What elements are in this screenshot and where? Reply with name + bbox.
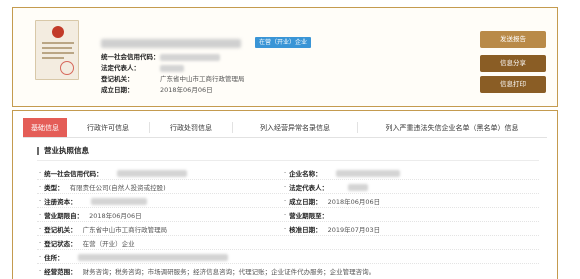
table-row: · 住所：: [37, 250, 539, 264]
registration-authority-row: 登记机关： 广东省中山市工商行政管理局: [101, 75, 245, 83]
send-report-button[interactable]: 发送报告: [480, 31, 546, 48]
registered-capital-redacted: [90, 197, 147, 205]
table-row: · 统一社会信用代码： · 企业名称：: [37, 166, 539, 180]
legal-rep-row: 法定代表人：: [101, 63, 184, 73]
credit-code-row: 统一社会信用代码：: [101, 52, 220, 62]
tab-administrative-license[interactable]: 行政许可信息: [67, 118, 149, 137]
business-license-image[interactable]: [35, 20, 79, 80]
table-row: · 注册资本： · 成立日期： 2018年06月06日: [37, 194, 539, 208]
section-title: 营业执照信息: [37, 147, 89, 155]
company-name-redacted: [101, 39, 241, 48]
info-tabs: 基础信息 行政许可信息 行政处罚信息 列入经营异常名录信息 列入严重违法失信企业…: [23, 118, 547, 138]
table-row: · 类型： 有限责任公司(自然人投资或控股) · 法定代表人：: [37, 180, 539, 194]
status-badge: 在营（开业）企业: [255, 37, 312, 48]
company-summary-card: 在营（开业）企业 统一社会信用代码： 法定代表人： 登记机关： 广东省中山市工商…: [12, 7, 558, 107]
share-info-button[interactable]: 信息分享: [480, 55, 546, 72]
credit-code-redacted: [160, 53, 220, 61]
print-info-button[interactable]: 信息打印: [480, 76, 546, 93]
tab-abnormal-operation-list[interactable]: 列入经营异常名录信息: [233, 118, 357, 137]
tab-administrative-penalty[interactable]: 行政处罚信息: [150, 118, 232, 137]
legal-rep-redacted: [348, 183, 369, 191]
credit-code-redacted: [116, 169, 187, 177]
table-row: · 营业期限自： 2018年06月06日 · 营业期限至：: [37, 208, 539, 222]
table-row: · 登记状态： 在营（开业）企业: [37, 236, 539, 250]
company-name-redacted: [335, 169, 400, 177]
company-details-panel: 基础信息 行政许可信息 行政处罚信息 列入经营异常名录信息 列入严重违法失信企业…: [12, 110, 558, 279]
national-emblem-icon: [52, 26, 64, 38]
tab-blacklist[interactable]: 列入严重违法失信企业名单（黑名单）信息: [358, 118, 546, 137]
table-row: · 登记机关： 广东省中山市工商行政管理局 · 核准日期： 2019年07月03日: [37, 222, 539, 236]
table-row: · 经营范围： 财务咨询；税务咨询；市场调研服务；经济信息咨询；代理记账；企业证件代…: [39, 266, 376, 276]
official-seal-icon: [60, 61, 74, 75]
legal-rep-redacted: [160, 64, 184, 72]
established-date-row: 成立日期： 2018年06月06日: [101, 86, 213, 94]
tab-basic-info[interactable]: 基础信息: [23, 118, 67, 137]
address-redacted: [77, 253, 228, 261]
